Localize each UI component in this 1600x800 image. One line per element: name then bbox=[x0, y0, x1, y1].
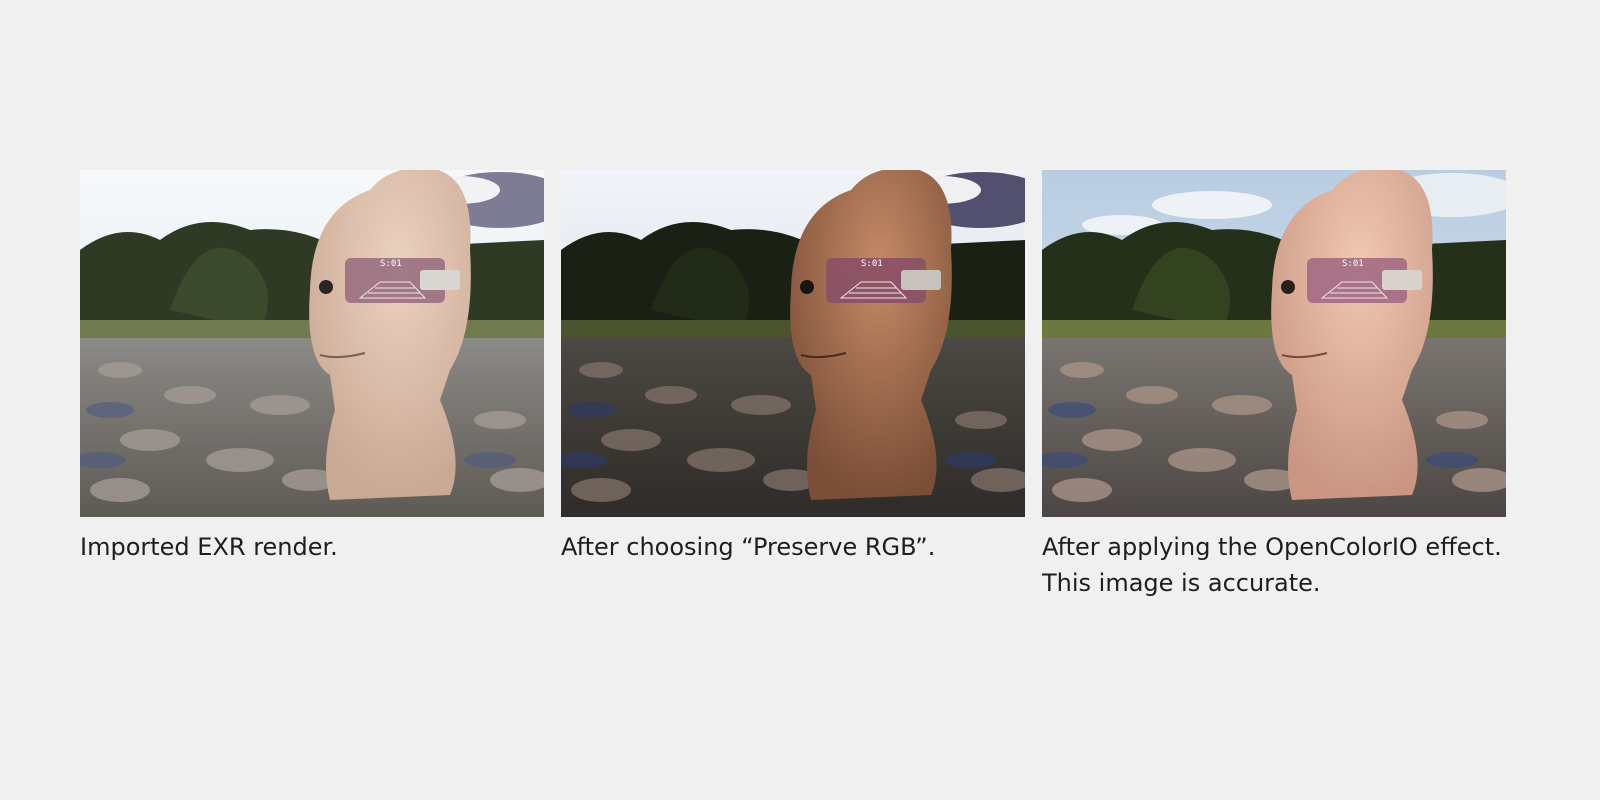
hud-readout: S:01 bbox=[380, 259, 402, 269]
caption-line: This image is accurate. bbox=[1042, 569, 1321, 597]
render-image-preserve-rgb: S:01 bbox=[561, 170, 1025, 517]
caption-opencolorio: After applying the OpenColorIO effect. T… bbox=[1042, 529, 1506, 601]
hud-readout: S:01 bbox=[861, 259, 883, 269]
comparison-row: S:01 Imported EXR render. S:01 After cho… bbox=[80, 170, 1530, 601]
panel-imported: S:01 Imported EXR render. bbox=[80, 170, 544, 601]
caption-line: After choosing “Preserve RGB”. bbox=[561, 533, 936, 561]
panel-preserve-rgb: S:01 After choosing “Preserve RGB”. bbox=[561, 170, 1025, 601]
panel-opencolorio: S:01 After applying the OpenColorIO effe… bbox=[1042, 170, 1506, 601]
render-image-opencolorio: S:01 bbox=[1042, 170, 1506, 517]
caption-imported: Imported EXR render. bbox=[80, 529, 544, 565]
hud-readout: S:01 bbox=[1342, 259, 1364, 269]
caption-line: Imported EXR render. bbox=[80, 533, 338, 561]
render-image-imported: S:01 bbox=[80, 170, 544, 517]
caption-line: After applying the OpenColorIO effect. bbox=[1042, 533, 1502, 561]
caption-preserve-rgb: After choosing “Preserve RGB”. bbox=[561, 529, 1025, 565]
